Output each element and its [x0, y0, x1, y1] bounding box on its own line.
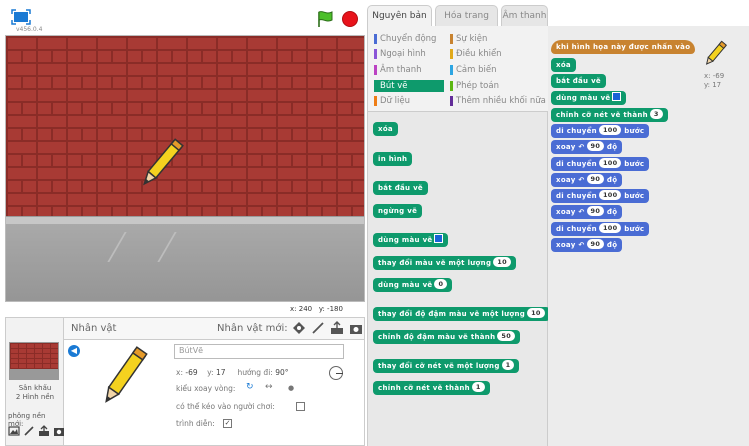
stage-header: v456.0.4	[0, 0, 366, 36]
script-turn[interactable]: xoay ↶ 90 độ	[551, 205, 623, 219]
block-change-pen-size[interactable]: thay đổi cỡ nét vẽ một lượng 1	[373, 359, 520, 373]
no-rotate-icon[interactable]: ●	[288, 384, 294, 392]
script-hat-when-clicked[interactable]: khi hình họa này được nhấn vào	[551, 40, 696, 54]
selected-sprite-pencil	[105, 346, 148, 403]
show-checkbox[interactable]: ✓	[223, 419, 232, 428]
category-looks[interactable]: Ngoại hình	[374, 48, 426, 60]
tab-sounds[interactable]: Âm thanh	[501, 5, 548, 26]
tab-scripts[interactable]: Nguyên bản	[367, 5, 432, 27]
category-list: Chuyển động Ngoại hình Âm thanh Bút vẽ D…	[368, 26, 549, 112]
stage-backdrop-count: 2 Hình nền	[15, 393, 55, 401]
category-operators[interactable]: Phép toán	[450, 80, 499, 92]
sprite-library-icon[interactable]	[292, 321, 306, 335]
block-pen-up[interactable]: ngừng vẽ	[373, 204, 423, 218]
draggable-checkbox[interactable]	[296, 402, 305, 411]
script-move[interactable]: di chuyển 100 bước	[551, 222, 650, 236]
rotate-all-around-icon[interactable]: ↻	[246, 382, 254, 392]
block-set-pen-shade[interactable]: chỉnh độ đậm màu vẽ thành 50	[373, 330, 521, 344]
category-control[interactable]: Điều khiển	[450, 48, 502, 60]
block-change-pen-shade[interactable]: thay đổi độ đậm màu vẽ một lượng 10	[373, 307, 550, 321]
script-clear[interactable]: xóa	[551, 58, 576, 72]
block-palette: Chuyển động Ngoại hình Âm thanh Bút vẽ D…	[367, 26, 550, 446]
category-pen[interactable]: Bút vẽ	[374, 80, 444, 92]
green-flag-icon[interactable]	[316, 10, 334, 28]
stage-coords: x: 240 y: -180	[290, 305, 343, 313]
block-pen-down[interactable]: bắt đầu vẽ	[373, 181, 428, 195]
script-sprite-pencil	[705, 40, 728, 65]
stage-thumbnail[interactable]	[9, 342, 59, 380]
left-right-icon[interactable]: ↔	[265, 382, 273, 392]
sprites-header: Nhân vật Nhân vật mới:	[64, 318, 364, 340]
script-turn[interactable]: xoay ↶ 90 độ	[551, 140, 623, 154]
new-sprite-tools	[292, 321, 363, 335]
stage[interactable]	[5, 35, 365, 302]
block-set-pen-size[interactable]: chỉnh cỡ nét vẽ thành 1	[373, 381, 490, 395]
block-set-pen-color[interactable]: dùng màu vẽ	[373, 233, 449, 247]
direction-dial[interactable]	[329, 366, 343, 380]
sprite-name-input[interactable]: BútVẽ	[174, 344, 344, 359]
draggable-label: có thể kéo vào người chơi:	[176, 402, 275, 411]
category-sensing[interactable]: Cảm biến	[450, 64, 497, 76]
category-motion[interactable]: Chuyển động	[374, 33, 436, 45]
script-area[interactable]: khi hình họa này được nhấn vào xóa bắt đ…	[548, 26, 749, 446]
script-move[interactable]: di chuyển 100 bước	[551, 157, 650, 171]
camera-icon[interactable]	[349, 321, 363, 335]
backdrop-library-icon[interactable]	[8, 425, 20, 437]
upload-icon[interactable]	[38, 425, 50, 437]
script-move[interactable]: di chuyển 100 bước	[551, 189, 650, 203]
script-turn[interactable]: xoay ↶ 90 độ	[551, 238, 623, 252]
pavement	[6, 224, 364, 301]
upload-icon[interactable]	[330, 321, 344, 335]
script-sprite-coords: x: -69 y: 17	[704, 72, 725, 89]
paint-brush-icon[interactable]	[311, 321, 325, 335]
new-backdrop-tools	[8, 425, 65, 437]
paint-brush-icon[interactable]	[23, 425, 35, 437]
pencil-sprite[interactable]	[136, 134, 186, 194]
pen-color-swatch[interactable]	[434, 234, 444, 243]
sprite-position: x: -69 y: 17 hướng đi: 90°	[176, 368, 289, 377]
category-events[interactable]: Sự kiện	[450, 33, 487, 45]
tab-costumes[interactable]: Hóa trang	[435, 5, 498, 26]
script-pen-down[interactable]: bắt đầu vẽ	[551, 74, 606, 88]
new-sprite-label: Nhân vật mới:	[217, 323, 288, 334]
script-set-pen-color[interactable]: dùng màu vẽ	[551, 91, 627, 105]
stage-thumbnail-column: Sân khấu 2 Hình nền phông nền mới:	[6, 318, 64, 445]
category-more-blocks[interactable]: Thêm nhiều khối nữa	[450, 95, 546, 107]
block-set-pen-color-number[interactable]: dùng màu vẽ 0	[373, 278, 453, 292]
camera-icon[interactable]	[53, 425, 65, 437]
wall-base	[6, 216, 364, 224]
show-label: trình diễn:	[176, 419, 215, 428]
block-clear[interactable]: xóa	[373, 122, 398, 136]
stop-button[interactable]	[342, 11, 358, 27]
version-label: v456.0.4	[16, 26, 43, 33]
sprites-title: Nhân vật	[71, 323, 117, 334]
block-stamp[interactable]: in hình	[373, 152, 413, 166]
fullscreen-icon[interactable]	[11, 9, 31, 25]
block-change-pen-color[interactable]: thay đổi màu vẽ một lượng 10	[373, 256, 516, 270]
script-move[interactable]: di chuyển 100 bước	[551, 124, 650, 138]
stage-label: Sân khấu	[18, 384, 52, 392]
sprite-pane: Sân khấu 2 Hình nền phông nền mới: Nhân …	[5, 317, 365, 446]
rotation-style-label: kiểu xoay vòng:	[176, 384, 236, 393]
back-info-icon[interactable]: ◀	[68, 345, 80, 357]
script-turn[interactable]: xoay ↶ 90 độ	[551, 173, 623, 187]
script-set-pen-size[interactable]: chỉnh cỡ nét vẽ thành 3	[551, 108, 668, 122]
category-sound[interactable]: Âm thanh	[374, 64, 422, 76]
category-data[interactable]: Dữ liệu	[374, 95, 410, 107]
